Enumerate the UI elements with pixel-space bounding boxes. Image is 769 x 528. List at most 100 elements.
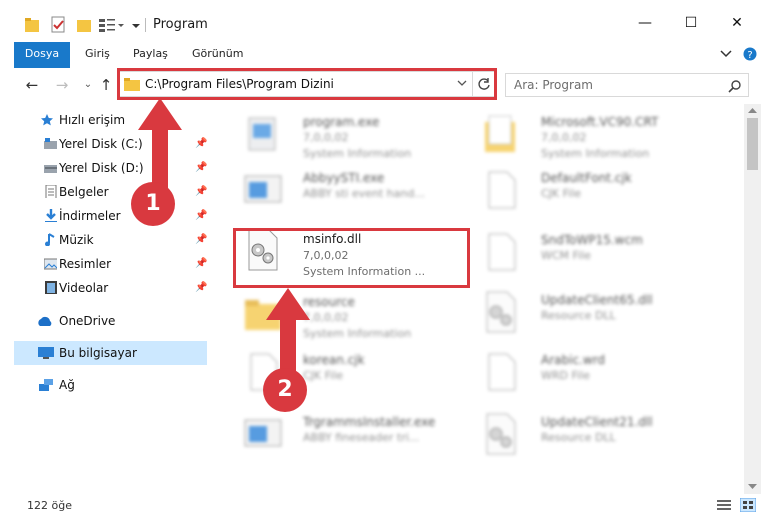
sidebar-item-this-pc[interactable]: Bu bilgisayar (14, 341, 207, 365)
scroll-up-icon[interactable] (748, 107, 757, 113)
blank-file-icon (488, 353, 516, 391)
svg-text:?: ? (747, 50, 752, 61)
sidebar-item-label: Hızlı erişim (59, 113, 126, 127)
file-item[interactable]: program.exe 7,0,0,02 System Information (233, 106, 473, 160)
file-name: DefaultFont.cjk (541, 171, 632, 185)
search-placeholder: Ara: Program (514, 78, 593, 92)
file-description: System Information (303, 327, 412, 340)
step-badge-2: 2 (263, 368, 307, 412)
file-version: Resource DLL (541, 431, 616, 444)
network-icon (39, 379, 53, 391)
tab-giris[interactable]: Giriş (85, 42, 110, 66)
minimize-button[interactable]: — (622, 8, 668, 38)
file-highlight-box (233, 228, 470, 288)
file-item[interactable]: Microsoft.VC90.CRT 7,0,0,02 System Infor… (471, 106, 711, 160)
maximize-button[interactable]: ☐ (668, 8, 714, 38)
exe-icon (248, 117, 276, 151)
sidebar-item-label: Belgeler (59, 185, 109, 199)
pin-icon[interactable]: 📌 (195, 282, 207, 293)
sidebar-item-network[interactable]: Ağ (14, 373, 207, 397)
customize-quick-access-icon[interactable] (98, 16, 126, 34)
file-name: SndToWP15.wcm (541, 233, 643, 247)
file-version: ABBY fineseader tri... (303, 431, 420, 444)
back-arrow-icon[interactable]: ← (22, 74, 42, 96)
separator (145, 18, 146, 32)
ribbon-tabs: Dosya Giriş Paylaş Görünüm ? (0, 42, 769, 96)
tab-gorunum[interactable]: Görünüm (192, 42, 243, 66)
pin-icon[interactable]: 📌 (195, 138, 207, 149)
search-box[interactable]: Ara: Program (505, 73, 749, 97)
file-item[interactable]: DefaultFont.cjk CJK File (471, 162, 711, 216)
pin-icon[interactable]: 📌 (195, 258, 207, 269)
dll-gear-icon (486, 291, 516, 333)
large-icons-view-icon[interactable] (740, 498, 756, 512)
arrow-up-icon (266, 288, 310, 378)
file-item[interactable]: AbbyySTI.exe ABBY sti event hand... (233, 162, 473, 216)
documents-icon (45, 185, 57, 198)
app-window-icon (244, 419, 282, 447)
step-badge-1: 1 (131, 182, 175, 226)
blank-file-icon (488, 171, 516, 209)
folder-icon (25, 18, 39, 32)
sidebar-item-label: OneDrive (59, 314, 116, 328)
app-window-icon (244, 175, 282, 203)
file-version: WRD File (541, 369, 590, 382)
file-version: Resource DLL (541, 309, 616, 322)
navigation-bar: ← → ⌄ ↑ C:\Program Files\Program Dizini … (0, 68, 769, 102)
close-button[interactable]: ✕ (714, 8, 760, 38)
cloud-icon (38, 316, 52, 326)
pictures-icon (44, 258, 57, 270)
folder-icon (485, 115, 515, 152)
videos-icon (45, 281, 57, 294)
file-name: Microsoft.VC90.CRT (541, 115, 659, 129)
pin-icon[interactable]: 📌 (195, 186, 207, 197)
file-version: WCM File (541, 249, 591, 262)
title-bar: Program — ☐ ✕ (0, 0, 769, 40)
file-item[interactable]: Arabic.wrd WRD File (471, 344, 711, 398)
file-name: UpdateClient65.dll (541, 293, 653, 307)
sidebar-item-label: İndirmeler (59, 209, 121, 223)
scroll-down-icon[interactable] (748, 484, 757, 490)
tab-paylas[interactable]: Paylaş (133, 42, 168, 66)
drive-icon (44, 138, 57, 149)
status-bar: 122 öğe (0, 494, 769, 528)
scrollbar-thumb[interactable] (747, 118, 758, 170)
up-arrow-icon[interactable]: ↑ (96, 74, 116, 96)
file-item[interactable]: UpdateClient21.dll Resource DLL (471, 406, 711, 460)
window-title: Program (153, 17, 208, 32)
file-item[interactable]: SndToWP15.wcm WCM File (471, 224, 711, 278)
new-folder-icon[interactable] (76, 16, 92, 34)
sidebar-item-music[interactable]: Müzik 📌 (14, 228, 207, 252)
file-item[interactable]: UpdateClient65.dll Resource DLL (471, 284, 711, 338)
item-count: 122 öğe (27, 499, 72, 512)
chevron-down-icon[interactable] (130, 16, 142, 34)
dll-gear-icon (486, 413, 516, 455)
recent-locations-icon[interactable]: ⌄ (78, 74, 98, 96)
drive-icon (44, 165, 57, 173)
file-description: System Information (303, 147, 412, 160)
file-item[interactable]: TrgrammsInstaller.exe ABBY fineseader tr… (233, 406, 473, 460)
music-icon (45, 233, 55, 246)
file-name: AbbyySTI.exe (303, 171, 385, 185)
sidebar-item-label: Resimler (59, 257, 112, 271)
help-icon[interactable]: ? (743, 46, 757, 62)
blank-file-icon (488, 233, 516, 271)
pin-icon[interactable]: 📌 (195, 162, 207, 173)
file-version: 7,0,0,02 (541, 131, 587, 144)
file-version: CJK File (541, 187, 582, 200)
sidebar-item-videos[interactable]: Videolar 📌 (14, 276, 207, 300)
pin-icon[interactable]: 📌 (195, 210, 207, 221)
chevron-down-icon[interactable] (720, 48, 732, 60)
sidebar-item-pictures[interactable]: Resimler 📌 (14, 252, 207, 276)
file-name: UpdateClient21.dll (541, 415, 653, 429)
computer-icon (38, 347, 54, 359)
download-icon (45, 209, 57, 222)
search-icon[interactable] (728, 79, 742, 93)
details-view-icon[interactable] (716, 498, 732, 512)
pin-icon[interactable]: 📌 (195, 234, 207, 245)
forward-arrow-icon[interactable]: → (52, 74, 72, 96)
sidebar-item-onedrive[interactable]: OneDrive (14, 309, 207, 333)
properties-icon[interactable] (50, 16, 66, 34)
file-version: ABBY sti event hand... (303, 187, 425, 200)
file-name: program.exe (303, 115, 380, 129)
